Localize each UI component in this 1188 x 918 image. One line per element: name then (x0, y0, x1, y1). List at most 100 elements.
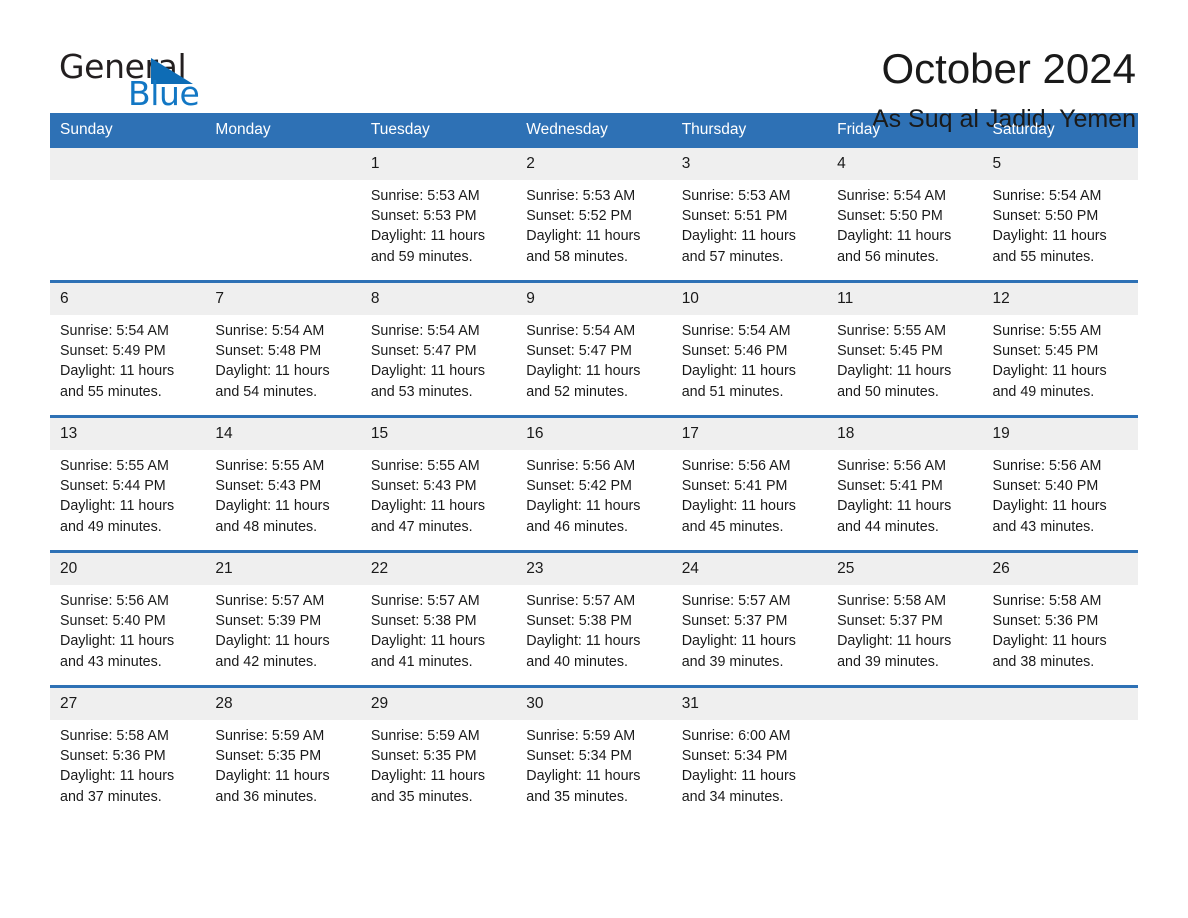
day-number: 31 (671, 688, 828, 720)
day-cell[interactable]: 6 Sunrise: 5:54 AM Sunset: 5:49 PM Dayli… (50, 280, 206, 417)
day-number (827, 688, 983, 720)
day-details: Sunrise: 5:55 AM Sunset: 5:45 PM Dayligh… (992, 323, 1107, 400)
day-details: Sunrise: 5:57 AM Sunset: 5:38 PM Dayligh… (526, 593, 641, 670)
day-details: Sunrise: 5:56 AM Sunset: 5:41 PM Dayligh… (681, 458, 796, 535)
day-details: Sunrise: 5:55 AM Sunset: 5:44 PM Dayligh… (60, 458, 175, 535)
day-cell[interactable]: 9 Sunrise: 5:54 AM Sunset: 5:47 PM Dayli… (516, 280, 672, 417)
day-number: 21 (205, 553, 361, 585)
page-title: October 2024 (881, 45, 1136, 92)
day-details: Sunrise: 5:54 AM Sunset: 5:48 PM Dayligh… (215, 323, 330, 400)
day-cell[interactable]: 18 Sunrise: 5:56 AM Sunset: 5:41 PM Dayl… (827, 415, 983, 552)
day-number: 27 (50, 688, 206, 720)
day-cell[interactable]: 20 Sunrise: 5:56 AM Sunset: 5:40 PM Dayl… (50, 550, 206, 687)
day-cell[interactable]: 29 Sunrise: 5:59 AM Sunset: 5:35 PM Dayl… (360, 685, 517, 820)
day-number (50, 148, 206, 180)
day-details: Sunrise: 5:58 AM Sunset: 5:37 PM Dayligh… (837, 593, 952, 670)
day-cell[interactable]: 10 Sunrise: 5:54 AM Sunset: 5:46 PM Dayl… (671, 280, 828, 417)
day-cell[interactable]: 3 Sunrise: 5:53 AM Sunset: 5:51 PM Dayli… (671, 148, 828, 282)
day-cell[interactable]: 8 Sunrise: 5:54 AM Sunset: 5:47 PM Dayli… (360, 280, 517, 417)
day-cell[interactable]: 27 Sunrise: 5:58 AM Sunset: 5:36 PM Dayl… (50, 685, 206, 820)
day-details: Sunrise: 5:54 AM Sunset: 5:50 PM Dayligh… (837, 188, 952, 265)
day-cell[interactable]: 17 Sunrise: 5:56 AM Sunset: 5:41 PM Dayl… (671, 415, 828, 552)
generalblue-logo[interactable]: General Blue (50, 44, 210, 114)
sunrise-sunset-calendar: Sunday Monday Tuesday Wednesday Thursday… (50, 113, 1138, 820)
day-cell[interactable]: 23 Sunrise: 5:57 AM Sunset: 5:38 PM Dayl… (516, 550, 672, 687)
calendar-body: 1 Sunrise: 5:53 AM Sunset: 5:53 PM Dayli… (50, 148, 1138, 820)
day-details: Sunrise: 5:57 AM Sunset: 5:38 PM Dayligh… (370, 593, 486, 670)
day-details: Sunrise: 5:53 AM Sunset: 5:51 PM Dayligh… (681, 188, 796, 265)
day-number: 4 (827, 148, 983, 180)
day-details (827, 720, 982, 726)
day-number: 20 (50, 553, 206, 585)
day-cell[interactable]: 12 Sunrise: 5:55 AM Sunset: 5:45 PM Dayl… (982, 280, 1138, 417)
day-cell[interactable]: 26 Sunrise: 5:58 AM Sunset: 5:36 PM Dayl… (982, 550, 1138, 687)
day-cell[interactable]: 7 Sunrise: 5:54 AM Sunset: 5:48 PM Dayli… (205, 280, 361, 417)
day-details: Sunrise: 6:00 AM Sunset: 5:34 PM Dayligh… (681, 728, 796, 805)
weekday-header-monday: Monday (205, 113, 361, 148)
page-masthead: General Blue October 2024 As Suq al Jadi… (50, 0, 1138, 133)
weekday-header-thursday: Thursday (671, 113, 828, 148)
day-cell[interactable]: 5 Sunrise: 5:54 AM Sunset: 5:50 PM Dayli… (982, 148, 1138, 282)
day-number: 7 (205, 283, 361, 315)
day-number: 6 (50, 283, 206, 315)
day-number: 18 (827, 418, 983, 450)
calendar-week-row: 20 Sunrise: 5:56 AM Sunset: 5:40 PM Dayl… (50, 550, 1138, 687)
day-cell[interactable]: 19 Sunrise: 5:56 AM Sunset: 5:40 PM Dayl… (982, 415, 1138, 552)
calendar-week-row: 1 Sunrise: 5:53 AM Sunset: 5:53 PM Dayli… (50, 148, 1138, 282)
day-cell[interactable]: 30 Sunrise: 5:59 AM Sunset: 5:34 PM Dayl… (516, 685, 672, 820)
day-number (982, 688, 1138, 720)
day-details: Sunrise: 5:54 AM Sunset: 5:50 PM Dayligh… (992, 188, 1107, 265)
logo-text-blue: Blue (128, 74, 200, 113)
day-number: 23 (516, 553, 672, 585)
day-details: Sunrise: 5:56 AM Sunset: 5:40 PM Dayligh… (60, 593, 175, 670)
day-cell[interactable]: 15 Sunrise: 5:55 AM Sunset: 5:43 PM Dayl… (360, 415, 517, 552)
day-details: Sunrise: 5:55 AM Sunset: 5:45 PM Dayligh… (837, 323, 952, 400)
day-number: 11 (827, 283, 983, 315)
day-cell[interactable]: 1 Sunrise: 5:53 AM Sunset: 5:53 PM Dayli… (360, 148, 517, 282)
weekday-header-wednesday: Wednesday (516, 113, 672, 148)
day-details: Sunrise: 5:58 AM Sunset: 5:36 PM Dayligh… (60, 728, 175, 805)
day-cell[interactable]: 28 Sunrise: 5:59 AM Sunset: 5:35 PM Dayl… (205, 685, 361, 820)
day-details: Sunrise: 5:59 AM Sunset: 5:35 PM Dayligh… (370, 728, 486, 805)
day-cell[interactable]: 16 Sunrise: 5:56 AM Sunset: 5:42 PM Dayl… (516, 415, 672, 552)
day-number: 22 (360, 553, 517, 585)
day-number: 15 (360, 418, 517, 450)
calendar-week-row: 13 Sunrise: 5:55 AM Sunset: 5:44 PM Dayl… (50, 415, 1138, 552)
day-details: Sunrise: 5:54 AM Sunset: 5:49 PM Dayligh… (60, 323, 175, 400)
calendar-week-row: 27 Sunrise: 5:58 AM Sunset: 5:36 PM Dayl… (50, 685, 1138, 820)
day-details (50, 180, 205, 186)
day-details: Sunrise: 5:59 AM Sunset: 5:35 PM Dayligh… (215, 728, 330, 805)
day-details: Sunrise: 5:55 AM Sunset: 5:43 PM Dayligh… (370, 458, 486, 535)
day-details (205, 180, 360, 186)
day-cell[interactable]: 13 Sunrise: 5:55 AM Sunset: 5:44 PM Dayl… (50, 415, 206, 552)
day-cell[interactable]: 4 Sunrise: 5:54 AM Sunset: 5:50 PM Dayli… (827, 148, 983, 282)
day-cell (982, 685, 1138, 820)
day-cell[interactable]: 11 Sunrise: 5:55 AM Sunset: 5:45 PM Dayl… (827, 280, 983, 417)
weekday-header-sunday: Sunday (50, 113, 206, 148)
day-cell[interactable]: 21 Sunrise: 5:57 AM Sunset: 5:39 PM Dayl… (205, 550, 361, 687)
day-number: 28 (205, 688, 361, 720)
day-cell[interactable]: 24 Sunrise: 5:57 AM Sunset: 5:37 PM Dayl… (671, 550, 828, 687)
day-cell[interactable]: 14 Sunrise: 5:55 AM Sunset: 5:43 PM Dayl… (205, 415, 361, 552)
day-number: 30 (516, 688, 672, 720)
day-details: Sunrise: 5:54 AM Sunset: 5:46 PM Dayligh… (681, 323, 796, 400)
day-cell (205, 148, 361, 282)
day-number: 10 (671, 283, 828, 315)
day-details: Sunrise: 5:53 AM Sunset: 5:52 PM Dayligh… (526, 188, 641, 265)
day-details: Sunrise: 5:57 AM Sunset: 5:39 PM Dayligh… (215, 593, 330, 670)
day-cell (827, 685, 983, 820)
day-cell[interactable]: 2 Sunrise: 5:53 AM Sunset: 5:52 PM Dayli… (516, 148, 672, 282)
day-number: 9 (516, 283, 672, 315)
day-number: 12 (982, 283, 1138, 315)
day-details (983, 720, 1138, 726)
day-details: Sunrise: 5:57 AM Sunset: 5:37 PM Dayligh… (681, 593, 796, 670)
day-cell[interactable]: 25 Sunrise: 5:58 AM Sunset: 5:37 PM Dayl… (827, 550, 983, 687)
day-number: 5 (982, 148, 1138, 180)
day-cell[interactable]: 22 Sunrise: 5:57 AM Sunset: 5:38 PM Dayl… (360, 550, 517, 687)
day-number: 3 (671, 148, 828, 180)
day-cell[interactable]: 31 Sunrise: 6:00 AM Sunset: 5:34 PM Dayl… (671, 685, 828, 820)
calendar-page: General Blue October 2024 As Suq al Jadi… (0, 0, 1188, 918)
day-details: Sunrise: 5:58 AM Sunset: 5:36 PM Dayligh… (992, 593, 1107, 670)
day-number (205, 148, 361, 180)
day-number: 29 (360, 688, 517, 720)
